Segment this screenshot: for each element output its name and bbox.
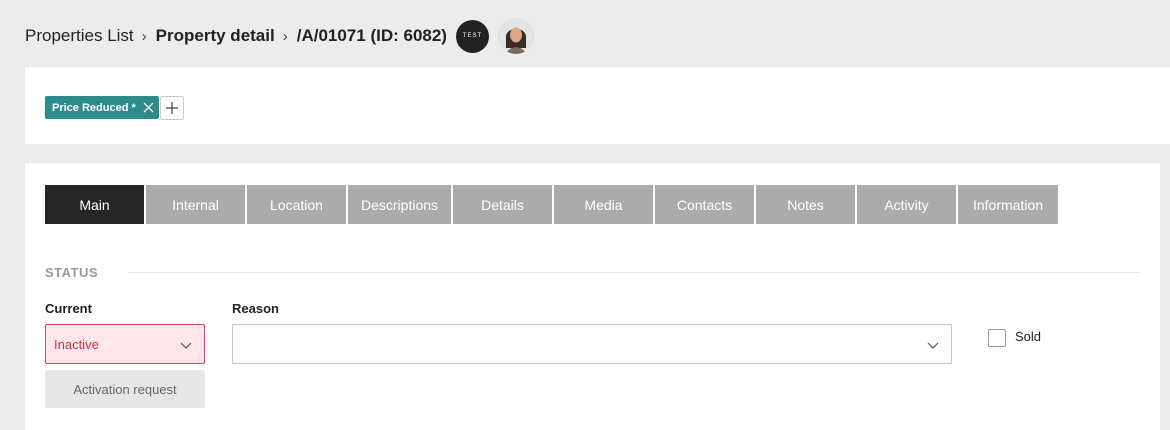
tag-label: Price Reduced * — [52, 101, 136, 114]
sold-checkbox[interactable] — [988, 329, 1006, 347]
tab-information[interactable]: Information — [958, 185, 1058, 224]
current-status-select[interactable]: Inactive — [45, 324, 205, 364]
chevron-right-icon: › — [282, 27, 288, 45]
sold-label: Sold — [1015, 329, 1042, 344]
close-icon[interactable] — [143, 102, 154, 113]
chevron-down-icon — [180, 342, 192, 349]
tab-contacts[interactable]: Contacts — [655, 185, 754, 224]
tag-price-reduced[interactable]: Price Reduced * — [45, 96, 159, 119]
current-label: Current — [45, 301, 92, 316]
tab-bar: Main Internal Location Descriptions Deta… — [45, 185, 1060, 224]
tab-internal[interactable]: Internal — [146, 185, 245, 224]
status-section-title: STATUS — [45, 265, 99, 280]
activation-request-button[interactable]: Activation request — [45, 370, 205, 408]
tab-notes[interactable]: Notes — [756, 185, 855, 224]
reason-label: Reason — [232, 301, 279, 316]
current-status-value: Inactive — [54, 336, 99, 352]
main-panel: Main Internal Location Descriptions Deta… — [25, 163, 1160, 430]
breadcrumb-property-detail[interactable]: Property detail — [156, 26, 275, 46]
tab-details[interactable]: Details — [453, 185, 552, 224]
tab-location[interactable]: Location — [247, 185, 346, 224]
breadcrumb: Properties List › Property detail › /A/0… — [25, 18, 534, 54]
chevron-down-icon — [927, 342, 939, 349]
add-tag-button[interactable] — [160, 96, 184, 120]
tab-media[interactable]: Media — [554, 185, 653, 224]
breadcrumb-properties-list[interactable]: Properties List — [25, 26, 134, 46]
property-reference: /A/01071 (ID: 6082) — [296, 26, 447, 45]
test-badge[interactable]: TEST — [455, 19, 489, 53]
plus-icon — [166, 102, 178, 114]
chevron-right-icon: › — [141, 27, 147, 45]
tags-panel: Price Reduced * — [25, 67, 1170, 144]
reason-select[interactable] — [232, 324, 952, 364]
tab-descriptions[interactable]: Descriptions — [348, 185, 451, 224]
tab-main[interactable]: Main — [45, 185, 144, 224]
section-divider — [128, 272, 1139, 273]
avatar[interactable] — [497, 18, 534, 54]
tab-activity[interactable]: Activity — [857, 185, 956, 224]
